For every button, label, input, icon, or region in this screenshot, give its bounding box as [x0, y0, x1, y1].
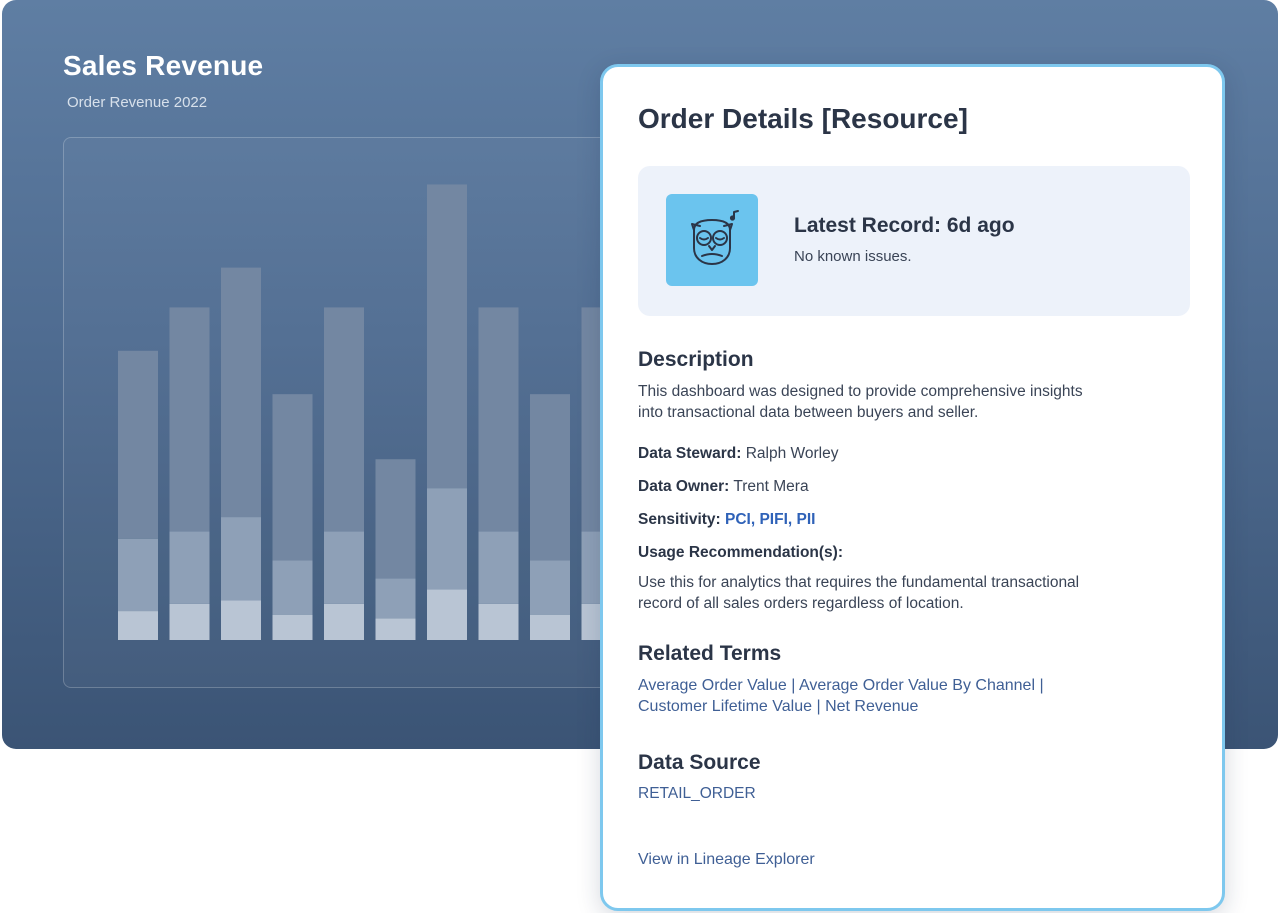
- card-title: Order Details [Resource]: [638, 103, 968, 134]
- related-term-link[interactable]: Net Revenue: [825, 698, 918, 715]
- bar-segment: [478, 603, 519, 640]
- bar-segment: [272, 614, 313, 640]
- bar-segment: [427, 184, 467, 489]
- latest-record-title: Latest Record: 6d ago: [794, 214, 1015, 237]
- bar-segment: [324, 531, 364, 604]
- data-source-heading: Data Source: [638, 751, 761, 774]
- bar-segment: [530, 560, 570, 615]
- bar-segment: [221, 517, 261, 601]
- usage-line: record of all sales orders regardless of…: [638, 595, 964, 612]
- bar-segment: [375, 459, 416, 579]
- bar-segment: [169, 307, 210, 532]
- dashboard-subtitle: Order Revenue 2022: [67, 94, 208, 111]
- term-separator: |: [1039, 677, 1044, 694]
- bar-segment: [221, 600, 261, 640]
- usage-label: Usage Recommendation(s):: [638, 544, 843, 561]
- data-owner-value: Trent Mera: [733, 478, 809, 495]
- bar-segment: [272, 560, 313, 615]
- data-steward-label: Data Steward:: [638, 445, 742, 462]
- bar-segment: [118, 350, 158, 539]
- bar-segment: [118, 538, 158, 612]
- bar-segment: [169, 531, 210, 604]
- bar-segment: [324, 603, 364, 640]
- term-separator: |: [816, 698, 821, 715]
- related-term-link[interactable]: Average Order Value By Channel: [799, 677, 1035, 694]
- bar-segment: [118, 611, 158, 640]
- data-owner-label: Data Owner:: [638, 478, 730, 495]
- dashboard-title: Sales Revenue: [63, 50, 264, 81]
- data-source-link[interactable]: RETAIL_ORDER: [638, 785, 756, 803]
- usage-recommendation-text: Use this for analytics that requires the…: [638, 572, 1198, 614]
- data-steward-value: Ralph Worley: [745, 445, 839, 462]
- description-heading: Description: [638, 348, 754, 371]
- related-term-link[interactable]: Average Order Value: [638, 677, 787, 694]
- bar-segment: [427, 488, 467, 590]
- bar-segment: [478, 531, 519, 604]
- usage-line: Use this for analytics that requires the…: [638, 574, 1080, 591]
- bar-segment: [427, 589, 467, 640]
- bar-segment: [530, 394, 570, 561]
- usage-recommendation-label: Usage Recommendation(s):: [638, 544, 843, 562]
- data-owner-field: Data Owner: Trent Mera: [638, 478, 809, 496]
- description-line: This dashboard was designed to provide c…: [638, 383, 1083, 400]
- data-steward-field: Data Steward: Ralph Worley: [638, 445, 838, 463]
- sensitivity-value[interactable]: PCI, PIFI, PII: [725, 511, 815, 528]
- bar-segment: [478, 307, 519, 532]
- sensitivity-label: Sensitivity:: [638, 511, 721, 528]
- term-separator: |: [791, 677, 796, 694]
- bar-segment: [169, 603, 210, 640]
- owl-icon: [666, 194, 758, 286]
- bar-segment: [530, 614, 570, 640]
- bar-segment: [375, 618, 416, 640]
- related-terms-heading: Related Terms: [638, 642, 782, 665]
- lineage-explorer-link[interactable]: View in Lineage Explorer: [638, 851, 815, 869]
- sensitivity-field: Sensitivity: PCI, PIFI, PII: [638, 511, 815, 529]
- related-term-link[interactable]: Customer Lifetime Value: [638, 698, 812, 715]
- latest-record-panel: Latest Record: 6d ago No known issues.: [638, 166, 1190, 316]
- bar-segment: [324, 307, 364, 532]
- bar-segment: [375, 578, 416, 619]
- record-status-text: No known issues.: [794, 248, 912, 265]
- bar-segment: [221, 267, 261, 518]
- bar-segment: [272, 394, 313, 561]
- description-line: into transactional data between buyers a…: [638, 404, 979, 421]
- related-terms-list: Average Order Value | Average Order Valu…: [638, 675, 1178, 717]
- description-text: This dashboard was designed to provide c…: [638, 381, 1198, 423]
- order-details-card: Order Details [Resource] Latest Record: …: [600, 64, 1225, 911]
